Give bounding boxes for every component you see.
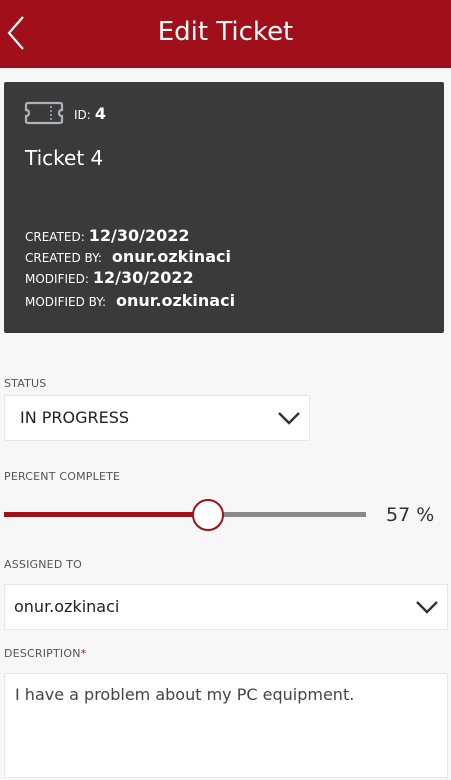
percent-slider-thumb[interactable]	[192, 499, 225, 531]
description-input[interactable]	[4, 673, 448, 778]
assigned-to-select[interactable]: onur.ozkinaci	[4, 584, 448, 630]
page-title: Edit Ticket	[157, 17, 294, 47]
created-value: 12/30/2022	[88, 226, 190, 245]
ticket-id: ID: 4	[74, 104, 106, 125]
ticket-id-label: ID:	[74, 108, 91, 122]
assigned-to-selected-value: onur.ozkinaci	[14, 597, 120, 616]
app-header: Edit Ticket	[0, 0, 451, 68]
created-label: CREATED:	[25, 230, 85, 244]
modified-by-value: onur.ozkinaci	[116, 291, 236, 310]
status-label: STATUS	[4, 377, 47, 390]
chevron-down-icon	[278, 412, 300, 425]
ticket-summary-card: ID: 4 Ticket 4 CREATED: 12/30/2022 CREATED…	[4, 82, 444, 333]
chevron-down-icon	[416, 601, 438, 614]
modified-value: 12/30/2022	[92, 268, 194, 287]
description-label-text: DESCRIPTION	[4, 647, 81, 660]
modified-by-label: MODIFIED BY:	[25, 295, 107, 309]
created-by-value: onur.ozkinaci	[111, 247, 231, 266]
description-label: DESCRIPTION*	[4, 647, 86, 661]
assigned-to-label: ASSIGNED TO	[4, 558, 82, 571]
percent-complete-label: PERCENT COMPLETE	[4, 470, 121, 483]
percent-slider-fill	[4, 512, 209, 517]
created-row: CREATED: 12/30/2022	[25, 225, 190, 248]
status-selected-value: IN PROGRESS	[20, 408, 130, 427]
modified-row: MODIFIED: 12/30/2022	[25, 267, 194, 290]
ticket-id-value: 4	[94, 104, 106, 123]
ticket-title: Ticket 4	[25, 146, 104, 170]
created-by-row: CREATED BY: onur.ozkinaci	[25, 246, 231, 269]
modified-label: MODIFIED:	[25, 272, 89, 286]
created-by-label: CREATED BY:	[25, 251, 102, 265]
ticket-icon	[24, 101, 64, 125]
required-marker: *	[80, 647, 87, 660]
status-select[interactable]: IN PROGRESS	[4, 395, 310, 441]
modified-by-row: MODIFIED BY: onur.ozkinaci	[25, 290, 235, 313]
percent-complete-value: 57 %	[386, 504, 435, 526]
